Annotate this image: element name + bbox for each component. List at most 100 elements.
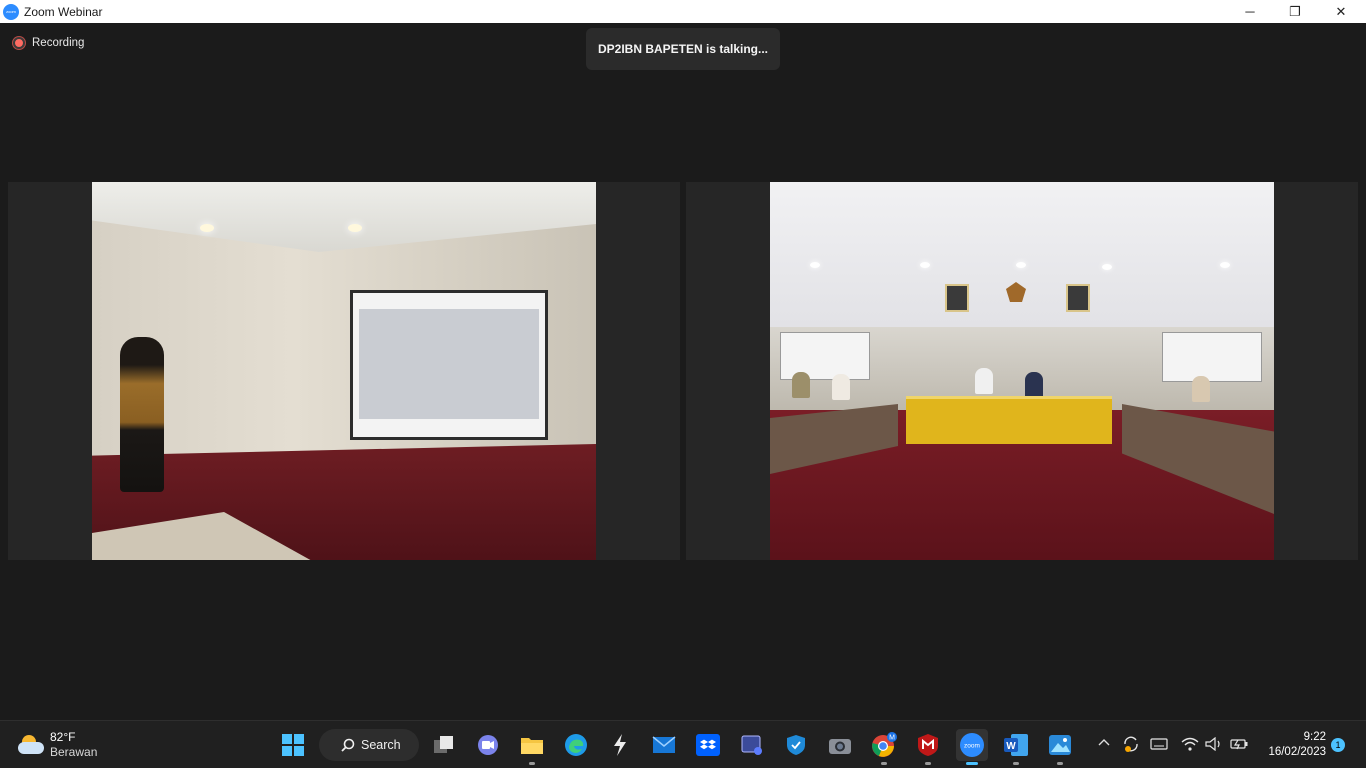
window-title: Zoom Webinar xyxy=(24,4,103,19)
photos-icon xyxy=(1049,735,1071,755)
display-screen-left xyxy=(780,332,870,380)
ceiling-light xyxy=(810,262,820,268)
standing-person xyxy=(120,337,164,492)
weather-condition: Berawan xyxy=(50,745,98,759)
battery-tray-button[interactable] xyxy=(1229,734,1249,754)
seated-person xyxy=(1025,372,1043,398)
mail-button[interactable] xyxy=(648,729,680,761)
head-table xyxy=(906,396,1112,444)
zoom-icon-label: zoom xyxy=(964,743,980,750)
dropbox-button[interactable] xyxy=(692,729,724,761)
clock-date: 16/02/2023 xyxy=(1268,746,1326,758)
zoom-logo-text: zoom xyxy=(6,9,16,14)
ceiling-light xyxy=(920,262,930,268)
clock-time: 9:22 xyxy=(1303,731,1326,743)
seated-person xyxy=(792,372,810,398)
ceiling-light xyxy=(200,224,214,232)
keyboard-tray-button[interactable] xyxy=(1149,734,1169,754)
keyboard-icon xyxy=(1150,738,1168,750)
restore-button[interactable]: ❐ xyxy=(1272,0,1318,23)
task-view-icon xyxy=(434,736,453,753)
notification-badge[interactable]: 1 xyxy=(1331,738,1345,752)
taskbar: 82°F Berawan Search M zoom W 9:22 16/02/… xyxy=(0,720,1366,768)
portrait-frame xyxy=(1066,284,1090,312)
active-speaker-banner: DP2IBN BAPETEN is talking... xyxy=(586,28,780,70)
search-label: Search xyxy=(361,738,401,752)
show-hidden-icons-button[interactable] xyxy=(1098,735,1110,749)
clock-button[interactable]: 9:22 16/02/2023 xyxy=(1258,730,1326,760)
close-icon: ✕ xyxy=(1335,3,1347,19)
portrait-frame xyxy=(945,284,969,312)
minimize-button[interactable]: ─ xyxy=(1227,0,1273,23)
task-view-button[interactable] xyxy=(428,729,460,761)
camera-icon xyxy=(829,739,851,754)
ceiling-light xyxy=(348,224,362,232)
video-feed-2 xyxy=(770,182,1274,560)
running-indicator xyxy=(529,762,535,765)
zoom-button[interactable]: zoom xyxy=(956,729,988,765)
running-indicator xyxy=(925,762,931,765)
speaker-icon xyxy=(1205,737,1220,751)
start-button[interactable] xyxy=(277,729,309,761)
mail-icon xyxy=(652,736,676,753)
record-icon xyxy=(13,37,25,49)
windows-logo-icon xyxy=(282,734,304,756)
video-chat-icon xyxy=(478,735,498,755)
seated-person xyxy=(975,368,993,394)
seated-person xyxy=(832,374,850,400)
video-tile-1[interactable] xyxy=(8,182,680,560)
recording-indicator[interactable]: Recording xyxy=(13,37,84,49)
chrome-button[interactable]: M xyxy=(868,729,900,765)
file-explorer-button[interactable] xyxy=(516,729,548,765)
chevron-up-icon xyxy=(1098,739,1110,746)
ceiling-light xyxy=(1220,262,1230,268)
chrome-profile-badge: M xyxy=(889,735,895,742)
dropbox-icon xyxy=(696,734,720,756)
zoom-icon: zoom xyxy=(960,733,984,757)
battery-charging-icon xyxy=(1230,739,1248,750)
mcafee-icon xyxy=(918,734,938,756)
edge-button[interactable] xyxy=(560,729,592,761)
shield-icon xyxy=(787,735,805,755)
ceiling-light xyxy=(1016,262,1026,268)
folder-icon xyxy=(521,738,543,754)
camera-button[interactable] xyxy=(824,729,856,761)
seated-person xyxy=(1192,376,1210,402)
ceiling-light xyxy=(1102,264,1112,270)
title-bar: zoom Zoom Webinar ─ ❐ ✕ xyxy=(0,0,1366,23)
teams-meet-button[interactable] xyxy=(472,729,504,761)
minimize-icon: ─ xyxy=(1245,4,1255,19)
running-indicator xyxy=(1057,762,1063,765)
word-icon: W xyxy=(1004,734,1028,756)
video-feed-1 xyxy=(92,182,596,560)
recording-label: Recording xyxy=(32,37,85,49)
active-indicator xyxy=(966,762,978,765)
chrome-icon: M xyxy=(872,732,897,757)
app-s-button[interactable] xyxy=(604,729,636,761)
weather-temperature: 82°F xyxy=(50,730,76,744)
word-icon-label: W xyxy=(1006,741,1016,752)
close-button[interactable]: ✕ xyxy=(1318,0,1364,23)
taskbar-search[interactable]: Search xyxy=(319,729,419,761)
partly-cloudy-icon xyxy=(18,735,44,755)
restore-icon: ❐ xyxy=(1289,3,1301,19)
meeting-area: Recording DP2IBN BAPETEN is talking... xyxy=(0,23,1366,720)
search-icon xyxy=(341,738,355,752)
sync-tray-button[interactable] xyxy=(1121,734,1141,754)
screen-app-button[interactable] xyxy=(736,729,768,761)
lightning-icon xyxy=(614,734,626,756)
defender-button[interactable] xyxy=(780,729,812,761)
screen-icon xyxy=(741,735,762,755)
photos-button[interactable] xyxy=(1044,729,1076,765)
wifi-icon xyxy=(1181,737,1199,751)
room-ceiling xyxy=(770,182,1274,327)
volume-tray-button[interactable] xyxy=(1204,734,1224,754)
video-tile-2[interactable] xyxy=(686,182,1358,560)
edge-icon xyxy=(565,734,587,756)
word-button[interactable]: W xyxy=(1000,729,1032,765)
mcafee-button[interactable] xyxy=(912,729,944,765)
running-indicator xyxy=(1013,762,1019,765)
weather-widget[interactable]: 82°F Berawan xyxy=(18,730,97,760)
wifi-tray-button[interactable] xyxy=(1180,734,1200,754)
projected-content xyxy=(359,309,539,419)
